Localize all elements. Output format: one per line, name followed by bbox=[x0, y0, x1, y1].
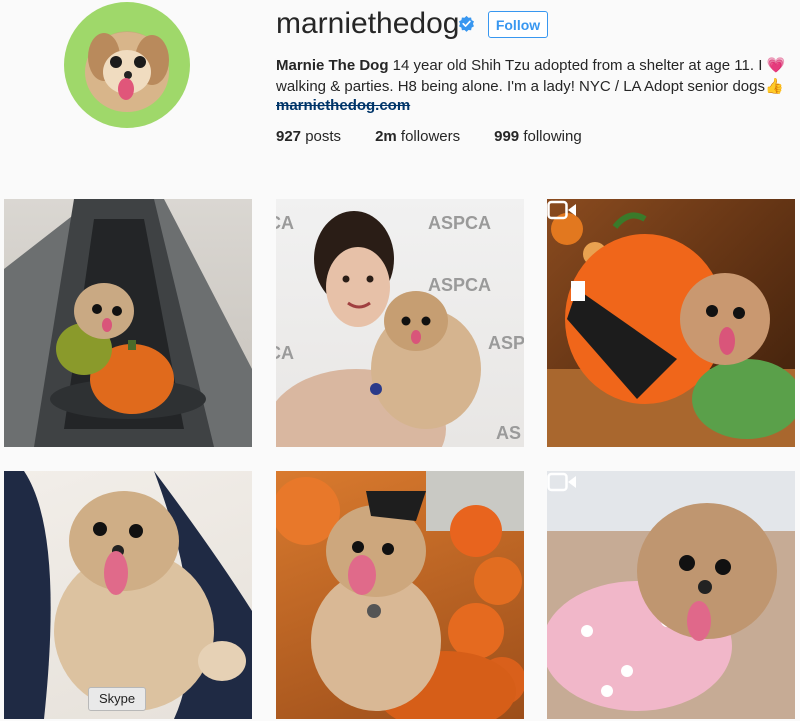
posts-grid: ASPCA ASPCA ASPCA CA CA AS bbox=[0, 199, 800, 721]
posts-stat: 927 posts bbox=[276, 128, 341, 145]
post-image bbox=[547, 212, 795, 447]
profile-website-link[interactable]: marniethedog.com bbox=[276, 97, 410, 114]
svg-text:ASPCA: ASPCA bbox=[488, 333, 524, 353]
video-camera-icon bbox=[547, 472, 576, 492]
followers-label: followers bbox=[400, 128, 461, 145]
svg-text:ASPCA: ASPCA bbox=[428, 275, 491, 295]
post-tile[interactable] bbox=[547, 471, 795, 719]
post-tile[interactable]: ASPCA ASPCA ASPCA CA CA AS bbox=[276, 199, 524, 447]
svg-text:AS: AS bbox=[496, 423, 521, 443]
post-tile[interactable] bbox=[276, 471, 524, 719]
svg-text:CA: CA bbox=[276, 343, 294, 363]
post-image: ASPCA ASPCA ASPCA CA CA AS bbox=[276, 211, 524, 447]
posts-count: 927 bbox=[276, 128, 302, 145]
heart-emoji-icon: 💗 bbox=[766, 57, 786, 74]
post-tile[interactable] bbox=[4, 199, 252, 447]
following-label: following bbox=[523, 128, 582, 145]
followers-stat[interactable]: 2m followers bbox=[375, 128, 460, 145]
posts-label: posts bbox=[305, 128, 342, 145]
followers-count: 2m bbox=[375, 128, 397, 145]
skype-tooltip: Skype bbox=[88, 687, 147, 711]
bio-text-part-1: 14 year old Shih Tzu adopted from a shel… bbox=[388, 57, 767, 74]
post-tile[interactable] bbox=[4, 471, 252, 719]
profile-avatar[interactable] bbox=[64, 2, 190, 128]
follow-button[interactable]: Follow bbox=[488, 11, 548, 38]
post-image bbox=[4, 199, 252, 447]
profile-bio: Marnie The Dog 14 year old Shih Tzu adop… bbox=[276, 55, 796, 97]
following-stat[interactable]: 999 following bbox=[494, 128, 582, 145]
thumbs-up-emoji-icon: 👍 bbox=[764, 78, 784, 95]
bio-full-name: Marnie The Dog bbox=[276, 57, 389, 74]
verified-badge-icon bbox=[459, 15, 474, 32]
profile-stats: 927 posts 2m followers 999 following bbox=[276, 128, 616, 145]
profile-username: marniethedog bbox=[276, 7, 460, 40]
svg-text:ASPCA: ASPCA bbox=[428, 213, 491, 233]
video-camera-icon bbox=[547, 200, 576, 220]
following-count: 999 bbox=[494, 128, 520, 145]
bio-text-part-2: walking & parties. H8 being alone. I'm a… bbox=[276, 78, 765, 95]
avatar-dog-image bbox=[85, 32, 169, 112]
post-image bbox=[4, 471, 252, 719]
post-image bbox=[547, 471, 795, 719]
post-image bbox=[276, 471, 524, 719]
post-tile[interactable] bbox=[547, 199, 795, 447]
svg-text:CA: CA bbox=[276, 213, 294, 233]
